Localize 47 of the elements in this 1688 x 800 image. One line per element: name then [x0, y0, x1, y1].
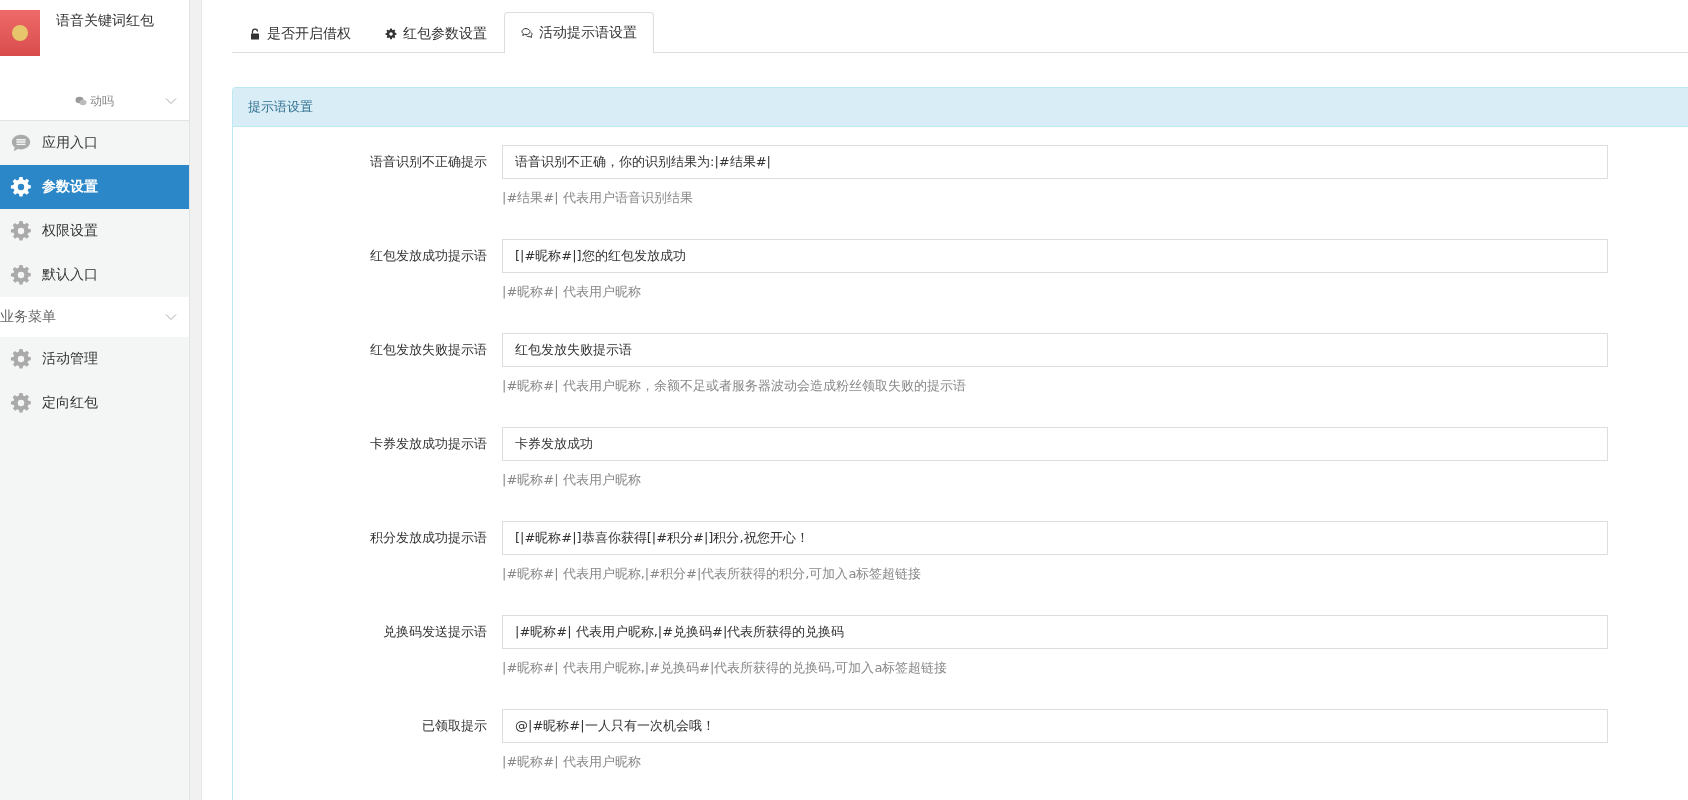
account-name: 动吗 — [90, 92, 114, 110]
field-label: 红包发放成功提示语 — [369, 247, 487, 265]
menu-group-title: 业务菜单 — [0, 308, 56, 326]
tab[interactable]: 红包参数设置 — [368, 13, 504, 53]
field-label: 语音识别不正确提示 — [369, 153, 487, 171]
gear-icon — [10, 264, 32, 286]
help-text: |#昵称#| 代表用户昵称,|#积分#|代表所获得的积分,可加入a标签超链接 — [502, 565, 923, 583]
text-input-field[interactable]: 卡券发放成功 — [502, 427, 1608, 461]
help-text: |#昵称#| 代表用户昵称 — [502, 753, 642, 771]
panel-title: 提示语设置 — [248, 98, 313, 116]
field-label: 积分发放成功提示语 — [369, 529, 487, 547]
lock-icon — [249, 27, 261, 40]
text-input-field[interactable]: [|#昵称#|]您的红包发放成功 — [502, 239, 1608, 273]
help-text: |#昵称#| 代表用户昵称 — [502, 471, 642, 489]
gear-icon — [10, 348, 32, 370]
field-label: 已领取提示 — [421, 717, 487, 735]
tab[interactable]: 是否开启借权 — [232, 13, 368, 53]
sidebar-item[interactable]: 定向红包 — [0, 381, 189, 425]
field-label: 兑换码发送提示语 — [382, 623, 487, 641]
sidebar-item[interactable]: 应用入口 — [0, 121, 189, 165]
text-input-field[interactable]: |#昵称#| 代表用户昵称,|#兑换码#|代表所获得的兑换码 — [502, 615, 1608, 649]
text-input-field[interactable]: [|#昵称#|]恭喜你获得[|#积分#|]积分,祝您开心！ — [502, 521, 1608, 555]
wechat-icon — [75, 96, 87, 106]
text-input-field[interactable]: 语音识别不正确，你的识别结果为:|#结果#| — [502, 145, 1608, 179]
sidebar-item[interactable]: 参数设置 — [0, 165, 189, 209]
gear-icon — [385, 27, 397, 40]
field-label: 红包发放失败提示语 — [369, 341, 487, 359]
text-input-field[interactable]: @|#昵称#|一人只有一次机会哦！ — [502, 709, 1608, 743]
chevron-down-icon[interactable] — [165, 97, 177, 105]
chat-bubbles-icon — [521, 27, 533, 39]
help-text: |#昵称#| 代表用户昵称 — [502, 283, 642, 301]
help-text: |#昵称#| 代表用户昵称,|#兑换码#|代表所获得的兑换码,可加入a标签超链接 — [502, 659, 949, 677]
sidebar-item[interactable]: 活动管理 — [0, 337, 189, 381]
help-text: |#昵称#| 代表用户昵称，余额不足或者服务器波动会造成粉丝领取失败的提示语 — [502, 377, 967, 395]
text-input-field[interactable]: 红包发放失败提示语 — [502, 333, 1608, 367]
help-text: |#结果#| 代表用户语音识别结果 — [502, 189, 694, 207]
gear-icon — [10, 176, 32, 198]
sidebar-item[interactable]: 权限设置 — [0, 209, 189, 253]
app-title: 语音关键词红包 — [56, 12, 154, 30]
sidebar-item[interactable]: 默认入口 — [0, 253, 189, 297]
field-label: 卡券发放成功提示语 — [369, 435, 487, 453]
gear-icon — [10, 220, 32, 242]
chat-bubble-icon — [10, 132, 32, 154]
logo-image — [0, 10, 40, 56]
chevron-down-icon[interactable] — [165, 313, 177, 321]
tab[interactable]: 活动提示语设置 — [504, 12, 654, 53]
gear-icon — [10, 392, 32, 414]
